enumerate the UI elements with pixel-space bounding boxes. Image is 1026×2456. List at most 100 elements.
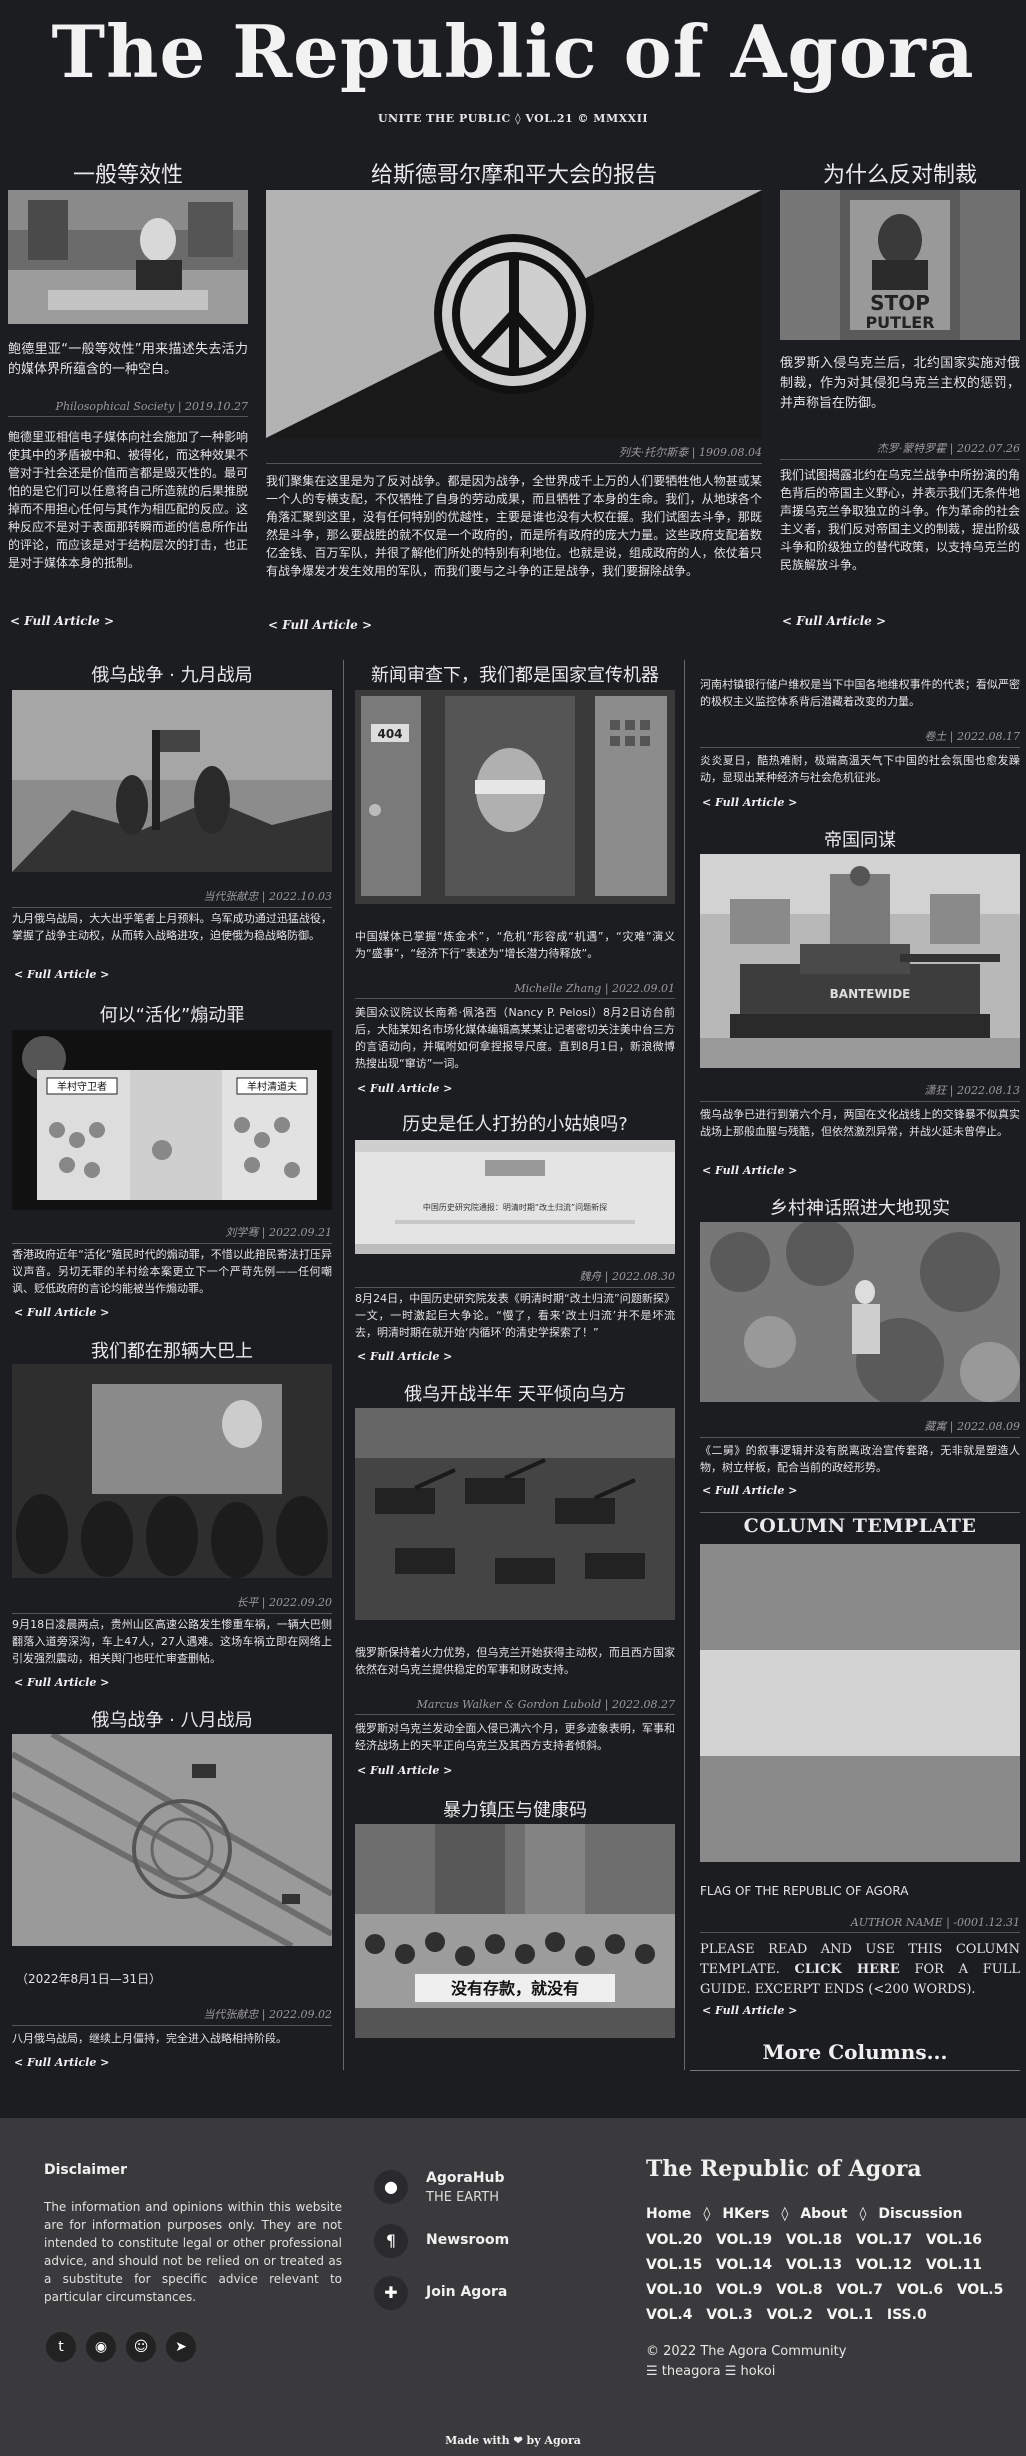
full-article-link[interactable]: < Full Article >	[268, 618, 372, 632]
nav-hkers[interactable]: HKers	[722, 2206, 769, 2222]
article-lead: 俄罗斯保持着火力优势，但乌克兰开始获得主动权，而且西方国家依然在对乌克兰提供稳定…	[355, 1646, 675, 1676]
article-title[interactable]: 何以“活化”煽动罪	[12, 1001, 332, 1027]
template-title[interactable]: COLUMN TEMPLATE	[700, 1515, 1020, 1537]
full-article-link[interactable]: < Full Article >	[357, 1082, 452, 1095]
article-title[interactable]: 给斯德哥尔摩和平大会的报告	[266, 157, 762, 189]
reddit-icon[interactable]: ☺	[126, 2332, 156, 2362]
full-article-link[interactable]: < Full Article >	[702, 796, 797, 809]
footer-link-sub: THE EARTH	[426, 2190, 499, 2205]
credits[interactable]: ☰ theagora ☰ hokoi	[646, 2364, 775, 2379]
nav-discussion[interactable]: Discussion	[878, 2206, 962, 2222]
full-article-link[interactable]: < Full Article >	[14, 1676, 109, 1689]
nav-about[interactable]: About	[800, 2206, 847, 2222]
article-image[interactable]: 404	[355, 690, 675, 904]
article-lead: 俄罗斯入侵乌克兰后，北约国家实施对俄制裁，作为对其侵犯乌克兰主权的惩罚，并声称旨…	[780, 356, 1020, 411]
article-title[interactable]: 一般等效性	[8, 157, 248, 189]
full-article-link[interactable]: < Full Article >	[14, 968, 109, 981]
protest-banner: 没有存款，就没有	[451, 1979, 579, 1998]
article-title[interactable]: 历史是任人打扮的小姑娘吗?	[355, 1110, 675, 1136]
article-body: 八月俄乌战局，继续上月僵持，完全进入战略相持阶段。	[12, 2032, 287, 2045]
twitter-icon[interactable]: t	[46, 2332, 76, 2362]
nav-home[interactable]: Home	[646, 2206, 691, 2222]
divider	[690, 2070, 1020, 2071]
article-body: 炎炎夏日，酷热难耐，极端高温天气下中国的社会氛围也愈发躁动，显现出某种经济与社会…	[700, 754, 1020, 784]
article-image[interactable]: 中国历史研究院通报：明清时期“改土归流”问题新探	[355, 1140, 675, 1254]
article-title[interactable]: 我们都在那辆大巴上	[12, 1337, 332, 1363]
site-title[interactable]: The Republic of Agora	[0, 0, 1026, 102]
article-byline: 潇狂 | 2022.08.13	[700, 1082, 1020, 1102]
github-icon[interactable]: ◉	[86, 2332, 116, 2362]
masthead-subtitle: UNITE THE PUBLIC ◊ VOL.21 © MMXXII	[377, 112, 649, 125]
article-byline: 卷土 | 2022.08.17	[700, 728, 1020, 748]
full-article-link[interactable]: < Full Article >	[357, 1350, 452, 1363]
article-body: 8月24日，中国历史研究院发表《明清时期“改土归流”问题新探》一文，一时激起巨大…	[355, 1292, 675, 1339]
article-body: 我们聚集在这里是为了反对战争。都是因为战争，全世界成千上万的人们要牺牲他人物甚或…	[266, 474, 762, 578]
disclaimer-text: The information and opinions within this…	[44, 2200, 342, 2304]
location-pin-icon: ●	[374, 2170, 408, 2204]
footer-link-newsroom[interactable]: Newsroom	[426, 2232, 509, 2248]
full-article-link[interactable]: < Full Article >	[357, 1764, 452, 1777]
article-image[interactable]	[8, 190, 248, 324]
article-lead: 鲍德里亚“一般等效性”用来描述失去活力的媒体界所蕴含的一种空白。	[8, 342, 248, 377]
article-body: 俄罗斯对乌克兰发动全面入侵已满六个月，更多迹象表明，军事和经济战场上的天平正向乌…	[355, 1722, 675, 1752]
volume-links[interactable]: VOL.15 VOL.14 VOL.13 VOL.12 VOL.11	[646, 2257, 982, 2273]
svg-text:STOP: STOP	[870, 291, 930, 315]
tank-label: BANTEWIDE	[830, 987, 911, 1001]
article-byline: Marcus Walker & Gordon Lubold | 2022.08.…	[355, 1698, 675, 1715]
svg-text:PUTLER: PUTLER	[865, 313, 934, 332]
article-title[interactable]: 俄乌战争 · 九月战局	[12, 661, 332, 687]
article-byline: 魏舟 | 2022.08.30	[355, 1268, 675, 1288]
article-byline: 当代张献忠 | 2022.09.02	[12, 2006, 332, 2026]
flag-image[interactable]	[700, 1544, 1020, 1862]
full-article-link[interactable]: < Full Article >	[782, 614, 886, 628]
guide-link[interactable]: CLICK HERE	[795, 1962, 900, 1977]
article-caption: （2022年8月1日—31日）	[16, 1972, 162, 1986]
article-byline: 列夫·托尔斯泰 | 1909.08.04	[266, 444, 762, 464]
article-title[interactable]: 为什么反对制裁	[780, 157, 1020, 189]
more-columns-link[interactable]: More Columns...	[690, 2040, 1020, 2064]
protest-image[interactable]: 没有存款，就没有	[355, 1824, 675, 2038]
peace-symbol-image[interactable]	[266, 190, 762, 438]
nav-separator: ◊	[703, 2206, 711, 2222]
article-image[interactable]: STOP PUTLER	[780, 190, 1020, 340]
article-title[interactable]: 乡村神话照进大地现实	[700, 1194, 1020, 1220]
cartoon-image[interactable]: 羊村守卫者 羊村清道夫	[12, 1030, 332, 1210]
article-body: 9月18日凌晨两点，贵州山区高速公路发生惨重车祸，一辆大巴侧翻落入道旁深沟，车上…	[12, 1618, 332, 1665]
article-body: 我们试图揭露北约在乌克兰战争中所扮演的角色背后的帝国主义野心，并表示我们无条件地…	[780, 468, 1021, 572]
article-byline: 当代张献忠 | 2022.10.03	[12, 888, 332, 908]
article-body: 鲍德里亚相信电子媒体向社会施加了一种影响使其中的矛盾被中和、被得化，而这种效果不…	[8, 430, 249, 570]
footer-brand[interactable]: The Republic of Agora	[646, 2156, 922, 2182]
article-image[interactable]	[355, 1408, 675, 1620]
volume-links[interactable]: VOL.10 VOL.9 VOL.8 VOL.7 VOL.6 VOL.5	[646, 2282, 1003, 2298]
article-byline: 杰罗·蒙特罗霍 | 2022.07.26	[780, 440, 1020, 460]
article-title[interactable]: 新闻审查下，我们都是国家宣传机器	[355, 661, 675, 687]
footer-link-agorahub[interactable]: AgoraHub	[426, 2170, 505, 2186]
full-article-link[interactable]: < Full Article >	[10, 614, 114, 628]
flag-caption: FLAG OF THE REPUBLIC OF AGORA	[700, 1884, 909, 1898]
telegram-icon[interactable]: ➤	[166, 2332, 196, 2362]
full-article-link[interactable]: < Full Article >	[14, 1306, 109, 1319]
article-byline: AUTHOR NAME | -0001.12.31	[700, 1916, 1020, 1933]
article-title[interactable]: 暴力镇压与健康码	[355, 1796, 675, 1822]
article-byline: 长平 | 2022.09.20	[12, 1594, 332, 1614]
article-title[interactable]: 帝国同谋	[700, 826, 1020, 852]
article-title[interactable]: 俄乌战争 · 八月战局	[12, 1706, 332, 1732]
full-article-link[interactable]: < Full Article >	[702, 1484, 797, 1497]
full-article-link[interactable]: < Full Article >	[14, 2056, 109, 2069]
footer-link-join[interactable]: Join Agora	[426, 2284, 507, 2300]
disclaimer-title: Disclaimer	[44, 2162, 128, 2178]
puzzle-icon: ✚	[374, 2276, 408, 2310]
cartoon-sign: 羊村清道夫	[247, 1080, 297, 1093]
article-image[interactable]	[12, 1364, 332, 1578]
article-image[interactable]	[12, 690, 332, 872]
map-image[interactable]	[12, 1734, 332, 1946]
full-article-link[interactable]: < Full Article >	[702, 2004, 797, 2017]
volume-links[interactable]: VOL.20 VOL.19 VOL.18 VOL.17 VOL.16	[646, 2232, 982, 2248]
full-article-link[interactable]: < Full Article >	[702, 1164, 797, 1177]
volume-links[interactable]: VOL.4 VOL.3 VOL.2 VOL.1 ISS.0	[646, 2307, 927, 2323]
tank-image[interactable]: BANTEWIDE	[700, 854, 1020, 1068]
footer: Disclaimer The information and opinions …	[0, 2118, 1026, 2456]
article-title[interactable]: 俄乌开战半年 天平倾向乌方	[355, 1380, 675, 1406]
article-image[interactable]	[700, 1222, 1020, 1402]
article-body: 美国众议院议长南希·佩洛西（Nancy P. Pelosi）8月2日访台前后，大…	[355, 1006, 675, 1070]
